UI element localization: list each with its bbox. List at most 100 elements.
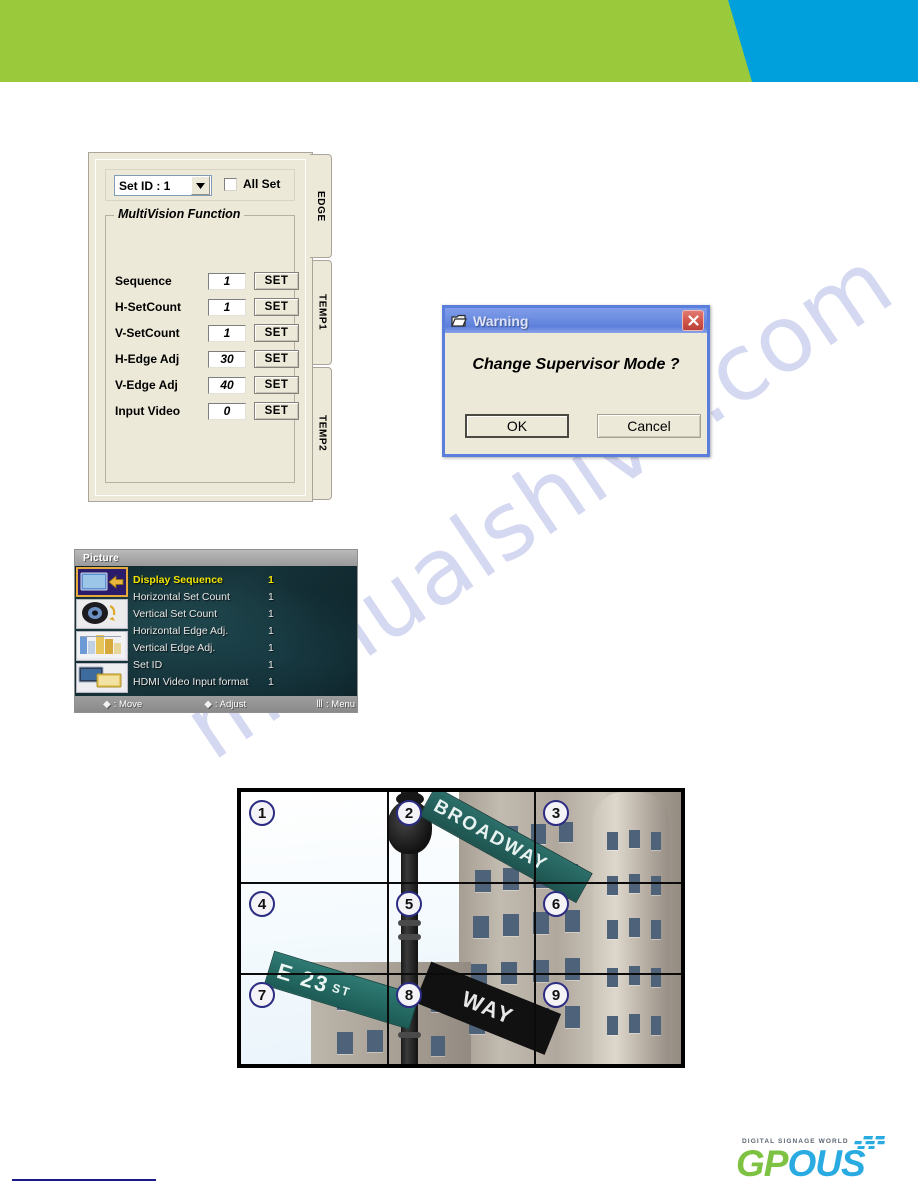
row-label: V-SetCount — [115, 326, 180, 340]
multivision-panel: Set ID : 1 All Set MultiVision Function … — [88, 152, 332, 502]
multivision-row: Sequence 1 SET — [106, 268, 299, 294]
row-set-button[interactable]: SET — [254, 324, 299, 342]
multivision-function-groupbox: MultiVision Function Sequence 1 SET H-Se… — [105, 207, 299, 483]
tab-temp2[interactable]: TEMP2 — [312, 367, 332, 500]
osd-row-horizontal-edge-adj[interactable]: Horizontal Edge Adj. 1 — [133, 622, 353, 639]
photo-lamp-band — [398, 920, 421, 926]
osd-row-label: Horizontal Set Count — [133, 590, 230, 603]
wall-tile-number: 1 — [249, 800, 275, 826]
ok-button[interactable]: OK — [465, 414, 569, 438]
osd-row-value: 1 — [268, 658, 274, 671]
window-icon — [451, 314, 467, 328]
logo-part-gp: GP — [736, 1143, 788, 1184]
osd-row-label: Vertical Set Count — [133, 607, 218, 620]
osd-row-value: 1 — [268, 675, 274, 688]
warning-dialog: Warning Change Supervisor Mode ? OK Canc… — [442, 305, 710, 457]
row-set-button[interactable]: SET — [254, 402, 299, 420]
osd-row-label: Display Sequence — [133, 573, 223, 586]
wall-tile-number: 5 — [396, 891, 422, 917]
row-label: H-Edge Adj — [115, 352, 180, 366]
tab-temp2-label: TEMP2 — [316, 415, 328, 452]
setid-dropdown-value: Set ID : 1 — [119, 178, 171, 193]
multivision-display-icon[interactable] — [76, 567, 128, 597]
row-set-button[interactable]: SET — [254, 272, 299, 290]
groupbox-title: MultiVision Function — [114, 207, 245, 221]
osd-hint-move: ◆ : Move — [103, 699, 142, 710]
osd-footer-hints: ◆ : Move ◆ : Adjust Ⅲ : Menu — [75, 696, 357, 712]
row-value-input[interactable]: 1 — [208, 324, 246, 342]
allset-checkbox-group[interactable]: All Set — [224, 177, 280, 191]
setid-bar: Set ID : 1 All Set — [105, 169, 295, 201]
wall-tile-number: 8 — [396, 982, 422, 1008]
photo-lamp-band — [398, 1032, 421, 1038]
panel-body: Set ID : 1 All Set MultiVision Function … — [88, 152, 313, 502]
tab-edge-label: EDGE — [315, 190, 326, 222]
osd-row-value: 1 — [268, 641, 274, 654]
osd-row-vertical-edge-adj[interactable]: Vertical Edge Adj. 1 — [133, 639, 353, 656]
osd-titlebar: Picture — [75, 550, 357, 566]
row-label: H-SetCount — [115, 300, 181, 314]
osd-body: Display Sequence 1 Horizontal Set Count … — [75, 566, 357, 696]
footer-rule — [12, 1179, 156, 1181]
multivision-row: H-Edge Adj 30 SET — [106, 346, 299, 372]
osd-row-display-sequence[interactable]: Display Sequence 1 — [133, 571, 353, 588]
multivision-row: V-SetCount 1 SET — [106, 320, 299, 346]
row-label: Input Video — [115, 404, 181, 418]
row-set-button[interactable]: SET — [254, 376, 299, 394]
row-value-input[interactable]: 40 — [208, 376, 246, 394]
chevron-down-icon[interactable] — [191, 176, 210, 195]
osd-row-label: Vertical Edge Adj. — [133, 641, 216, 654]
tab-temp1[interactable]: TEMP1 — [312, 260, 332, 365]
left-right-arrow-icon: ◆ — [204, 698, 212, 710]
osd-row-list: Display Sequence 1 Horizontal Set Count … — [133, 571, 353, 690]
row-value-input[interactable]: 0 — [208, 402, 246, 420]
osd-hint-menu-label: : Menu — [326, 698, 356, 710]
setid-dropdown[interactable]: Set ID : 1 — [114, 175, 212, 196]
wall-grid-line — [387, 792, 389, 1064]
vertical-tab-strip: EDGE TEMP1 TEMP2 — [310, 152, 332, 502]
multivision-row: V-Edge Adj 40 SET — [106, 372, 299, 398]
row-value-input[interactable]: 1 — [208, 272, 246, 290]
allset-checkbox[interactable] — [224, 177, 237, 191]
dialog-title: Warning — [473, 312, 529, 329]
osd-hint-adjust-label: : Adjust — [214, 698, 247, 710]
osd-row-value: 1 — [268, 624, 274, 637]
close-icon[interactable] — [682, 310, 704, 331]
photo-lamp-band — [398, 934, 421, 940]
up-down-arrow-icon: ◆ — [103, 698, 111, 710]
video-wall-photo: BROADWAY E 23 ST WAY 1 2 3 4 5 6 7 8 9 — [241, 792, 681, 1064]
tab-edge[interactable]: EDGE — [310, 154, 332, 258]
dialog-titlebar[interactable]: Warning — [445, 308, 707, 333]
video-wall-3x3: BROADWAY E 23 ST WAY 1 2 3 4 5 6 7 8 9 — [237, 788, 685, 1068]
osd-row-set-id[interactable]: Set ID 1 — [133, 656, 353, 673]
osd-hint-adjust: ◆ : Adjust — [204, 699, 246, 710]
wall-tile-number: 6 — [543, 891, 569, 917]
logo-wordmark: GPOUS — [736, 1143, 866, 1184]
osd-row-value: 1 — [268, 607, 274, 620]
color-bars-icon[interactable] — [76, 631, 128, 661]
cancel-button[interactable]: Cancel — [597, 414, 701, 438]
osd-icon-column — [76, 567, 128, 695]
osd-hint-move-label: : Move — [113, 698, 143, 710]
row-value-input[interactable]: 30 — [208, 350, 246, 368]
osd-hint-menu: Ⅲ : Menu — [316, 699, 355, 710]
wall-tile-number: 4 — [249, 891, 275, 917]
osd-row-vertical-set-count[interactable]: Vertical Set Count 1 — [133, 605, 353, 622]
screen-setup-icon[interactable] — [76, 663, 128, 693]
logo-part-o: O — [787, 1143, 816, 1184]
osd-row-horizontal-set-count[interactable]: Horizontal Set Count 1 — [133, 588, 353, 605]
row-set-button[interactable]: SET — [254, 298, 299, 316]
wall-grid-line — [241, 973, 681, 975]
row-set-button[interactable]: SET — [254, 350, 299, 368]
page-header-banner — [0, 0, 918, 82]
row-label: V-Edge Adj — [115, 378, 178, 392]
osd-row-hdmi-video-input-format[interactable]: HDMI Video Input format 1 — [133, 673, 353, 690]
wall-tile-number: 9 — [543, 982, 569, 1008]
menu-bars-icon: Ⅲ — [316, 698, 323, 710]
osd-row-label: Set ID — [133, 658, 163, 671]
wall-grid-line — [534, 792, 536, 1064]
brand-logo: DIGITAL SIGNAGE WORLD GPOUS — [736, 1136, 906, 1184]
multivision-row-list: Sequence 1 SET H-SetCount 1 SET V-SetCou… — [106, 268, 299, 424]
audio-speaker-icon[interactable] — [76, 599, 128, 629]
row-value-input[interactable]: 1 — [208, 298, 246, 316]
